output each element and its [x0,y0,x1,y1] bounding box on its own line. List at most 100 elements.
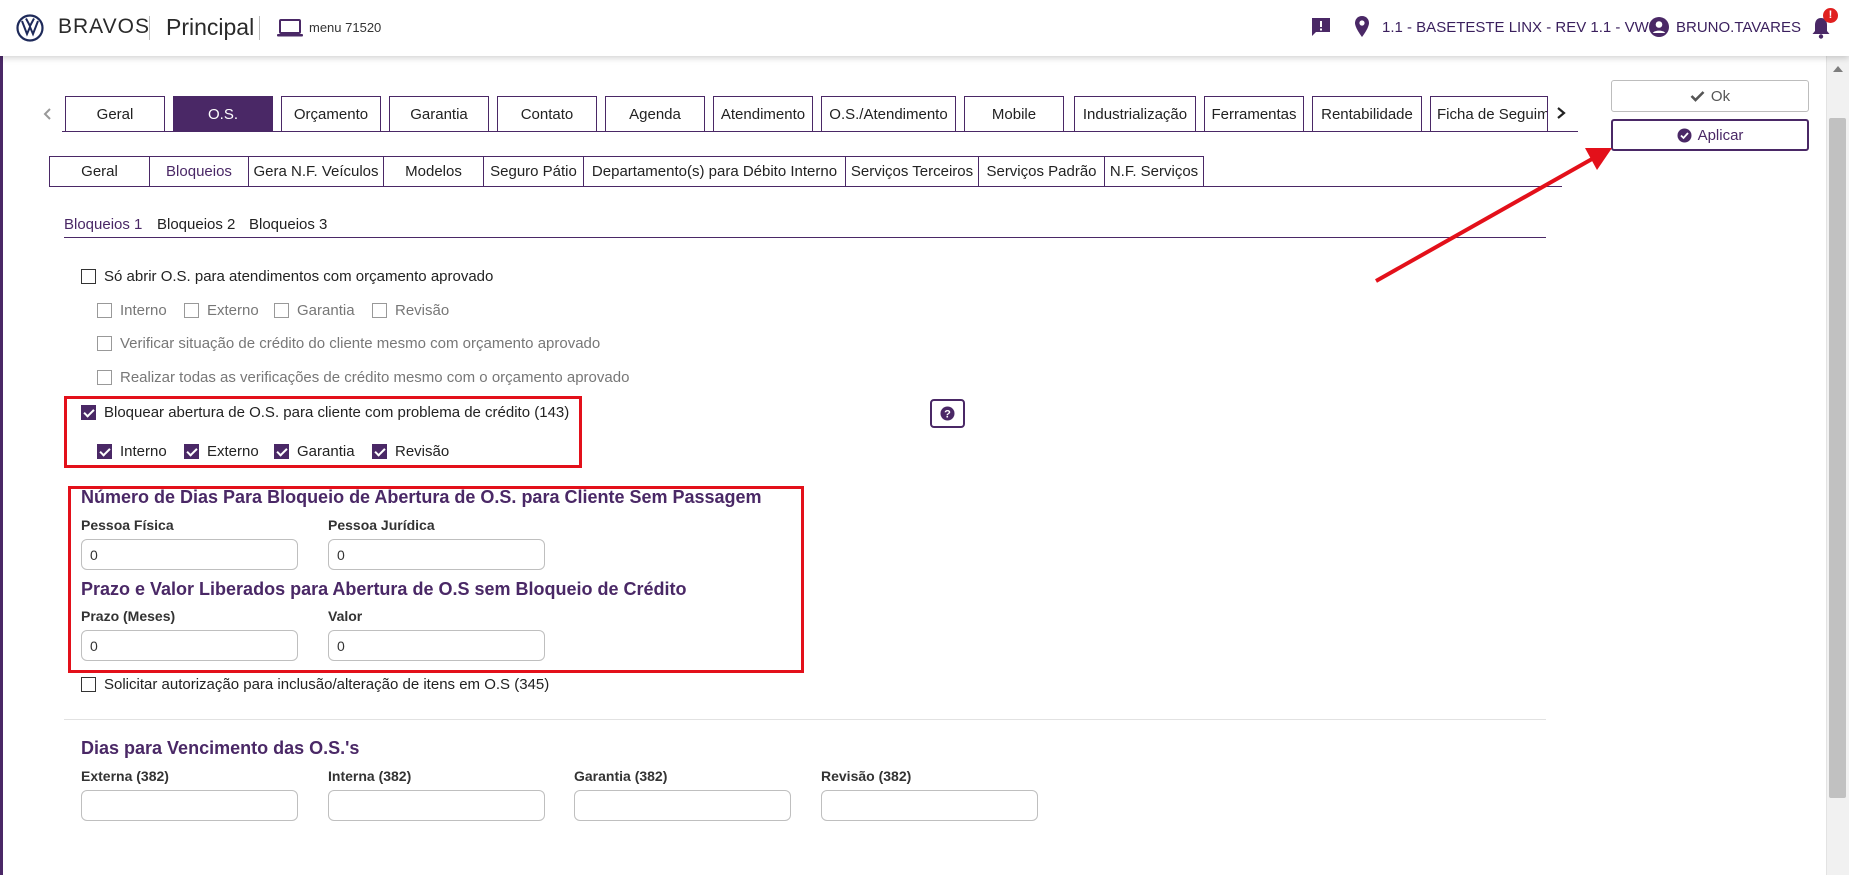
orc-garantia-checkbox[interactable] [274,303,289,318]
tab-agenda[interactable]: Agenda [605,96,705,132]
credito-interno-label: Interno [120,443,167,460]
tab-geral[interactable]: Geral [65,96,165,132]
tab-bloqueios-1[interactable]: Bloqueios 1 [64,216,142,233]
credito-interno-checkbox[interactable] [97,444,112,459]
check-circle-icon [1677,128,1692,142]
tab-mobile[interactable]: Mobile [964,96,1064,132]
orcamento-aprovado-checkbox[interactable] [81,269,96,284]
ok-button-label: Ok [1710,87,1731,105]
orcamento-aprovado-label: Só abrir O.S. para atendimentos com orça… [104,268,494,285]
interna-label: Interna (382) [328,768,412,784]
divider [149,16,150,40]
ok-button[interactable]: Ok [1611,80,1809,112]
realizar-verificacoes-checkbox[interactable] [97,370,112,385]
tabs-scroll-left-icon[interactable] [40,106,56,122]
credito-externo-option[interactable]: Externo [184,443,259,460]
apply-button[interactable]: Aplicar [1611,119,1809,151]
subtab-seguro-patio[interactable]: Seguro Pátio [483,156,583,187]
orc-externo-label: Externo [207,302,259,319]
credito-interno-option[interactable]: Interno [97,443,167,460]
orc-externo-option[interactable]: Externo [184,302,259,319]
subtab-gera-nf-veiculos[interactable]: Gera N.F. Veículos [248,156,383,187]
credito-garantia-checkbox[interactable] [274,444,289,459]
subtab-departamentos-debito[interactable]: Departamento(s) para Débito Interno [583,156,845,187]
pessoa-juridica-label: Pessoa Jurídica [328,517,435,533]
subtab-geral[interactable]: Geral [49,156,149,187]
subtab-modelos[interactable]: Modelos [383,156,483,187]
revisao-venc-input[interactable] [821,790,1038,821]
user-avatar-icon[interactable] [1648,16,1670,38]
valor-input[interactable] [328,630,545,661]
vencimento-title: Dias para Vencimento das O.S.'s [81,738,360,758]
credito-revisao-option[interactable]: Revisão [372,443,449,460]
notification-badge: ! [1823,8,1838,23]
orc-externo-checkbox[interactable] [184,303,199,318]
tab-industrializacao[interactable]: Industrialização [1074,96,1196,132]
pessoa-fisica-input[interactable] [81,539,298,570]
apply-button-label: Aplicar [1697,126,1744,144]
revisao-venc-label: Revisão (382) [821,768,912,784]
sub-tabs-baseline [49,186,1562,187]
credito-garantia-option[interactable]: Garantia [274,443,355,460]
dias-bloqueio-title: Número de Dias Para Bloqueio de Abertura… [81,487,762,507]
subtab-nf-servicos[interactable]: N.F. Serviços [1104,156,1204,187]
solicitar-autorizacao-option[interactable]: Solicitar autorização para inclusão/alte… [81,676,549,693]
credito-revisao-checkbox[interactable] [372,444,387,459]
tab-os[interactable]: O.S. [173,96,273,132]
subtab-bloqueios[interactable]: Bloqueios [149,156,248,187]
bloqueios-tabs-baseline [64,237,1546,238]
verificar-credito-option[interactable]: Verificar situação de crédito do cliente… [97,335,600,352]
question-circle-icon: ? [940,406,955,421]
tab-bloqueios-3[interactable]: Bloqueios 3 [249,216,327,233]
prazo-valor-title: Prazo e Valor Liberados para Abertura de… [81,579,687,599]
realizar-verificacoes-option[interactable]: Realizar todas as verificações de crédit… [97,369,629,386]
credito-revisao-label: Revisão [395,443,450,460]
section-divider [64,719,1546,720]
externa-input[interactable] [81,790,298,821]
tab-ferramentas[interactable]: Ferramentas [1204,96,1304,132]
tab-bloqueios-2[interactable]: Bloqueios 2 [157,216,235,233]
left-border [0,56,3,875]
tab-atendimento[interactable]: Atendimento [713,96,813,132]
credito-externo-label: Externo [207,443,259,460]
orcamento-aprovado-option[interactable]: Só abrir O.S. para atendimentos com orça… [81,268,493,285]
tab-ficha-seguimento[interactable]: Ficha de Seguim [1430,96,1548,132]
top-bar: BRAVOS Principal menu 71520 1.1 - BASETE… [0,0,1849,56]
subtab-servicos-padrao[interactable]: Serviços Padrão [978,156,1104,187]
tab-os-atendimento[interactable]: O.S./Atendimento [821,96,956,132]
subtab-servicos-terceiros[interactable]: Serviços Terceiros [845,156,978,187]
tab-orcamento[interactable]: Orçamento [281,96,381,132]
credito-externo-checkbox[interactable] [184,444,199,459]
solicitar-autorizacao-label: Solicitar autorização para inclusão/alte… [104,676,550,693]
svg-text:?: ? [944,409,951,421]
brand-name: BRAVOS [58,15,150,38]
orc-interno-label: Interno [120,302,167,319]
pessoa-juridica-input[interactable] [328,539,545,570]
orc-interno-option[interactable]: Interno [97,302,167,319]
scroll-up-arrow-icon[interactable] [1833,66,1843,72]
orc-revisao-option[interactable]: Revisão [372,302,449,319]
orc-revisao-checkbox[interactable] [372,303,387,318]
verificar-credito-checkbox[interactable] [97,336,112,351]
help-button[interactable]: ? [930,399,965,428]
feedback-icon[interactable] [1310,16,1332,38]
orc-garantia-option[interactable]: Garantia [274,302,355,319]
solicitar-autorizacao-checkbox[interactable] [81,677,96,692]
branch-selector[interactable]: 1.1 - BASETESTE LINX - REV 1.1 - VW [1382,19,1649,36]
garantia-venc-input[interactable] [574,790,791,821]
user-name[interactable]: BRUNO.TAVARES [1676,19,1801,36]
tab-contato[interactable]: Contato [497,96,597,132]
prazo-input[interactable] [81,630,298,661]
tab-rentabilidade[interactable]: Rentabilidade [1312,96,1422,132]
vw-logo-icon[interactable] [16,14,44,42]
orc-interno-checkbox[interactable] [97,303,112,318]
menu-code: menu 71520 [309,20,382,35]
main-tabs-baseline [62,131,1578,132]
bloquear-credito-option[interactable]: Bloquear abertura de O.S. para cliente c… [81,404,569,421]
credito-garantia-label: Garantia [297,443,355,460]
bloquear-credito-checkbox[interactable] [81,405,96,420]
interna-input[interactable] [328,790,545,821]
tab-garantia[interactable]: Garantia [389,96,489,132]
scrollbar-thumb[interactable] [1829,118,1846,798]
tabs-scroll-right-icon[interactable] [1553,105,1569,121]
